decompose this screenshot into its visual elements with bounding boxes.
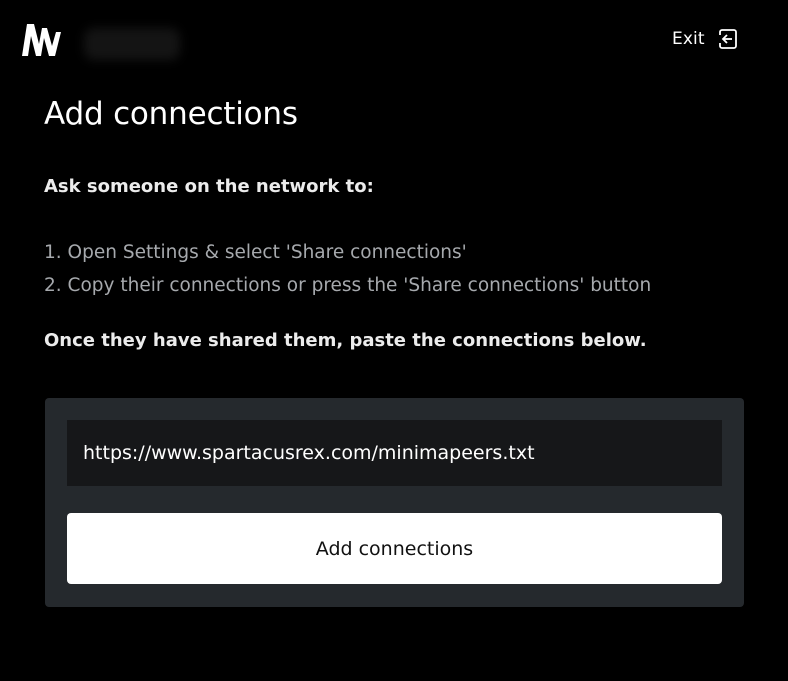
instructions-intro: Ask someone on the network to:: [44, 176, 374, 197]
paste-instructions: Once they have shared them, paste the co…: [44, 330, 647, 351]
instruction-step: 2. Copy their connections or press the '…: [44, 275, 652, 296]
page-title: Add connections: [44, 96, 298, 132]
add-connections-button[interactable]: Add connections: [67, 513, 722, 584]
brand-logo-icon: [22, 22, 62, 58]
instruction-step: 1. Open Settings & select 'Share connect…: [44, 242, 467, 263]
exit-button[interactable]: Exit: [672, 26, 739, 52]
exit-label: Exit: [672, 29, 705, 49]
instructions-list: 1. Open Settings & select 'Share connect…: [44, 236, 651, 302]
add-connections-page: Exit Add connections Ask someone on the …: [0, 0, 788, 681]
exit-icon: [717, 28, 739, 50]
header: Exit: [0, 0, 788, 80]
connections-form-panel: Add connections: [45, 398, 744, 607]
blurred-node-name: [84, 28, 180, 60]
connections-input[interactable]: [67, 420, 722, 486]
